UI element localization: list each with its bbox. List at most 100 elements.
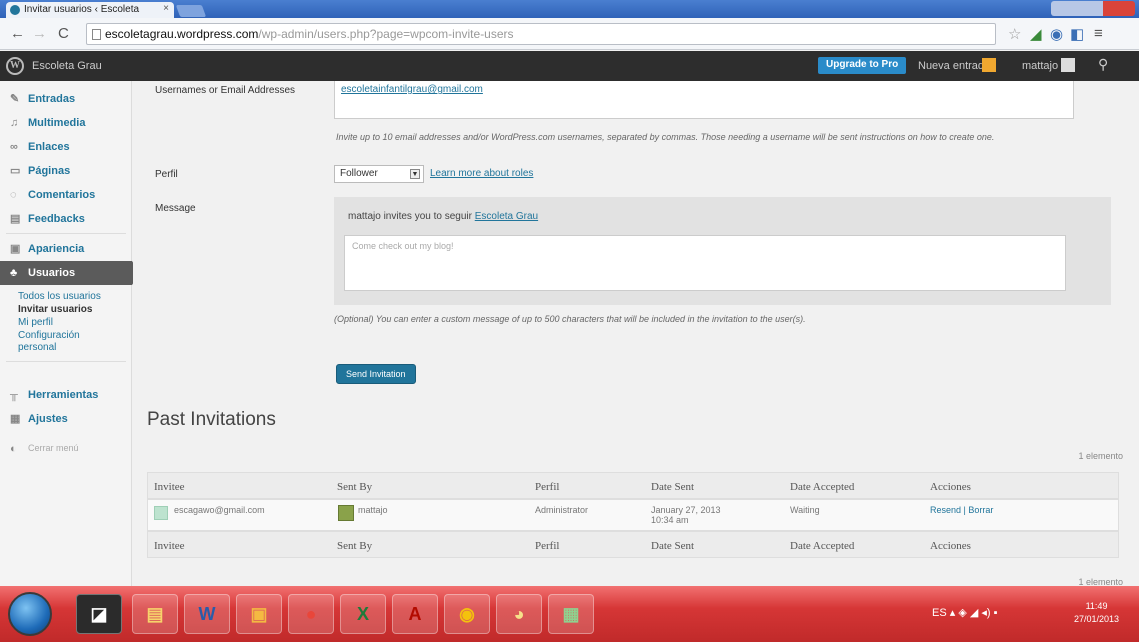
column-header[interactable]: Perfil: [535, 540, 559, 552]
sidebar-item-multimedia[interactable]: ♫ Multimedia: [0, 111, 132, 135]
sidebar-item-label: Feedbacks: [28, 213, 85, 225]
column-header[interactable]: Acciones: [930, 540, 971, 552]
table-footer: Invitee Sent By Perfil Date Sent Date Ac…: [147, 531, 1119, 558]
new-post-link[interactable]: Nueva entrada: [918, 60, 990, 72]
word-icon[interactable]: W: [184, 594, 230, 634]
browser-titlebar: Invitar usuarios ‹ Escoleta ×: [0, 0, 1139, 18]
collapse-menu[interactable]: ◐ Cerrar menú: [0, 437, 132, 461]
column-header[interactable]: Sent By: [337, 481, 372, 493]
app-icon[interactable]: ◪: [76, 594, 122, 634]
acrobat-icon[interactable]: A: [392, 594, 438, 634]
column-header[interactable]: Invitee: [154, 481, 185, 493]
reload-icon[interactable]: C: [58, 25, 69, 42]
column-header[interactable]: Sent By: [337, 540, 372, 552]
sidebar-item-enlaces[interactable]: ∞ Enlaces: [0, 135, 132, 159]
extension-icon[interactable]: ◧: [1070, 25, 1084, 43]
date-accepted: Waiting: [790, 505, 820, 515]
avatar[interactable]: [1061, 58, 1075, 72]
sidebar-item-apariencia[interactable]: ▣ Apariencia: [0, 237, 132, 261]
sent-by: mattajo: [358, 505, 388, 515]
submenu-personal-settings[interactable]: Configuración: [18, 330, 80, 341]
new-tab-button[interactable]: [175, 5, 207, 17]
search-icon[interactable]: ⚲: [1098, 56, 1108, 73]
star-icon[interactable]: ☆: [1008, 25, 1021, 43]
sidebar-item-usuarios[interactable]: ♣ Usuarios: [0, 261, 140, 285]
sidebar-item-label: Enlaces: [28, 141, 70, 153]
message-textarea[interactable]: Come check out my blog!: [344, 235, 1066, 291]
sidebar-item-comentarios[interactable]: ◌ Comentarios: [0, 183, 132, 207]
extension-icon[interactable]: ◢: [1030, 25, 1042, 43]
page-icon: [92, 29, 101, 40]
sidebar-item-herramientas[interactable]: ╥ Herramientas: [0, 383, 132, 407]
language-indicator[interactable]: ES: [932, 607, 947, 619]
table-header: Invitee Sent By Perfil Date Sent Date Ac…: [147, 472, 1119, 499]
forward-icon[interactable]: →: [32, 25, 47, 42]
send-invitation-button[interactable]: Send Invitation: [336, 364, 416, 384]
role-value: Follower: [340, 168, 378, 179]
email-value: escoletainfantilgrau@gmail.com: [341, 84, 483, 95]
sidebar-separator: [6, 361, 126, 362]
clock[interactable]: 11:49 27/01/2013: [1074, 600, 1119, 626]
site-link[interactable]: Escoleta Grau: [475, 211, 538, 222]
column-header[interactable]: Date Accepted: [790, 540, 854, 552]
column-header[interactable]: Date Sent: [651, 540, 694, 552]
menu-icon[interactable]: ≡: [1094, 25, 1103, 42]
appearance-icon: ▣: [10, 243, 21, 255]
sidebar-item-feedbacks[interactable]: ▤ Feedbacks: [0, 207, 132, 231]
url-path: /wp-admin/users.php?page=wpcom-invite-us…: [258, 27, 514, 41]
site-name[interactable]: Escoleta Grau: [32, 60, 102, 72]
sidebar-item-entradas[interactable]: ✎ Entradas: [0, 87, 132, 111]
message-placeholder: Come check out my blog!: [352, 241, 454, 251]
invitee-avatar: [154, 506, 168, 520]
collapse-label: Cerrar menú: [28, 443, 79, 453]
extension-icon[interactable]: ◉: [1050, 25, 1063, 43]
tools-icon: ╥: [10, 389, 18, 401]
media-icon: ♫: [10, 117, 19, 129]
item-count-top: 1 elemento: [1078, 451, 1123, 461]
sidebar-item-label: Ajustes: [28, 413, 68, 425]
notifications-icon[interactable]: [982, 58, 996, 72]
learn-more-roles-link[interactable]: Learn more about roles: [430, 168, 533, 179]
sidebar-item-label: Comentarios: [28, 189, 96, 201]
submenu-all-users[interactable]: Todos los usuarios: [18, 291, 101, 302]
submenu-invite-users[interactable]: Invitar usuarios: [18, 304, 92, 315]
sidebar-item-paginas[interactable]: ▭ Páginas: [0, 159, 132, 183]
wp-admin-bar: W Escoleta Grau Upgrade to Pro Nueva ent…: [0, 51, 1139, 81]
column-header[interactable]: Perfil: [535, 481, 559, 493]
chrome-icon[interactable]: ◉: [444, 594, 490, 634]
start-button[interactable]: [8, 592, 52, 636]
tab-title: Invitar usuarios ‹ Escoleta: [24, 4, 140, 15]
invitee-email: escagawo@gmail.com: [174, 505, 265, 515]
user-menu[interactable]: mattajo: [1022, 60, 1058, 72]
upgrade-button[interactable]: Upgrade to Pro: [818, 57, 907, 74]
collapse-icon: ◐: [10, 443, 17, 455]
sidebar-item-label: Entradas: [28, 93, 76, 105]
paint-icon[interactable]: ◕: [496, 594, 542, 634]
email-addresses-field[interactable]: escoletainfantilgrau@gmail.com: [334, 81, 1074, 119]
column-header[interactable]: Invitee: [154, 540, 185, 552]
image-icon[interactable]: ▦: [548, 594, 594, 634]
column-header[interactable]: Date Sent: [651, 481, 694, 493]
tab-close-icon[interactable]: ×: [163, 3, 169, 14]
address-bar[interactable]: escoletagrau.wordpress.com/wp-admin/user…: [86, 23, 996, 45]
explorer-icon[interactable]: ▤: [132, 594, 178, 634]
browser-tab[interactable]: Invitar usuarios ‹ Escoleta ×: [6, 2, 174, 18]
sidebar-item-ajustes[interactable]: ▦ Ajustes: [0, 407, 132, 431]
row-actions[interactable]: Resend | Borrar: [930, 505, 993, 515]
column-header[interactable]: Date Accepted: [790, 481, 854, 493]
past-invitations-title: Past Invitations: [147, 409, 276, 430]
submenu-my-profile[interactable]: Mi perfil: [18, 317, 53, 328]
role-select[interactable]: Follower ▼: [334, 165, 424, 183]
back-icon[interactable]: ←: [10, 25, 25, 42]
excel-icon[interactable]: X: [340, 594, 386, 634]
app-icon[interactable]: ●: [288, 594, 334, 634]
submenu-personal-settings-2[interactable]: personal: [18, 342, 56, 353]
outlook-icon[interactable]: ▣: [236, 594, 282, 634]
wordpress-logo-icon[interactable]: W: [6, 57, 24, 75]
system-tray[interactable]: ES ▴ ◈ ◢ ◂) ▪: [932, 606, 998, 619]
sidebar-item-label: Usuarios: [28, 267, 76, 279]
window-controls[interactable]: [1051, 1, 1135, 16]
message-intro-text: mattajo invites you to seguir: [348, 211, 472, 222]
date-sent: January 27, 2013: [651, 505, 721, 515]
column-header[interactable]: Acciones: [930, 481, 971, 493]
